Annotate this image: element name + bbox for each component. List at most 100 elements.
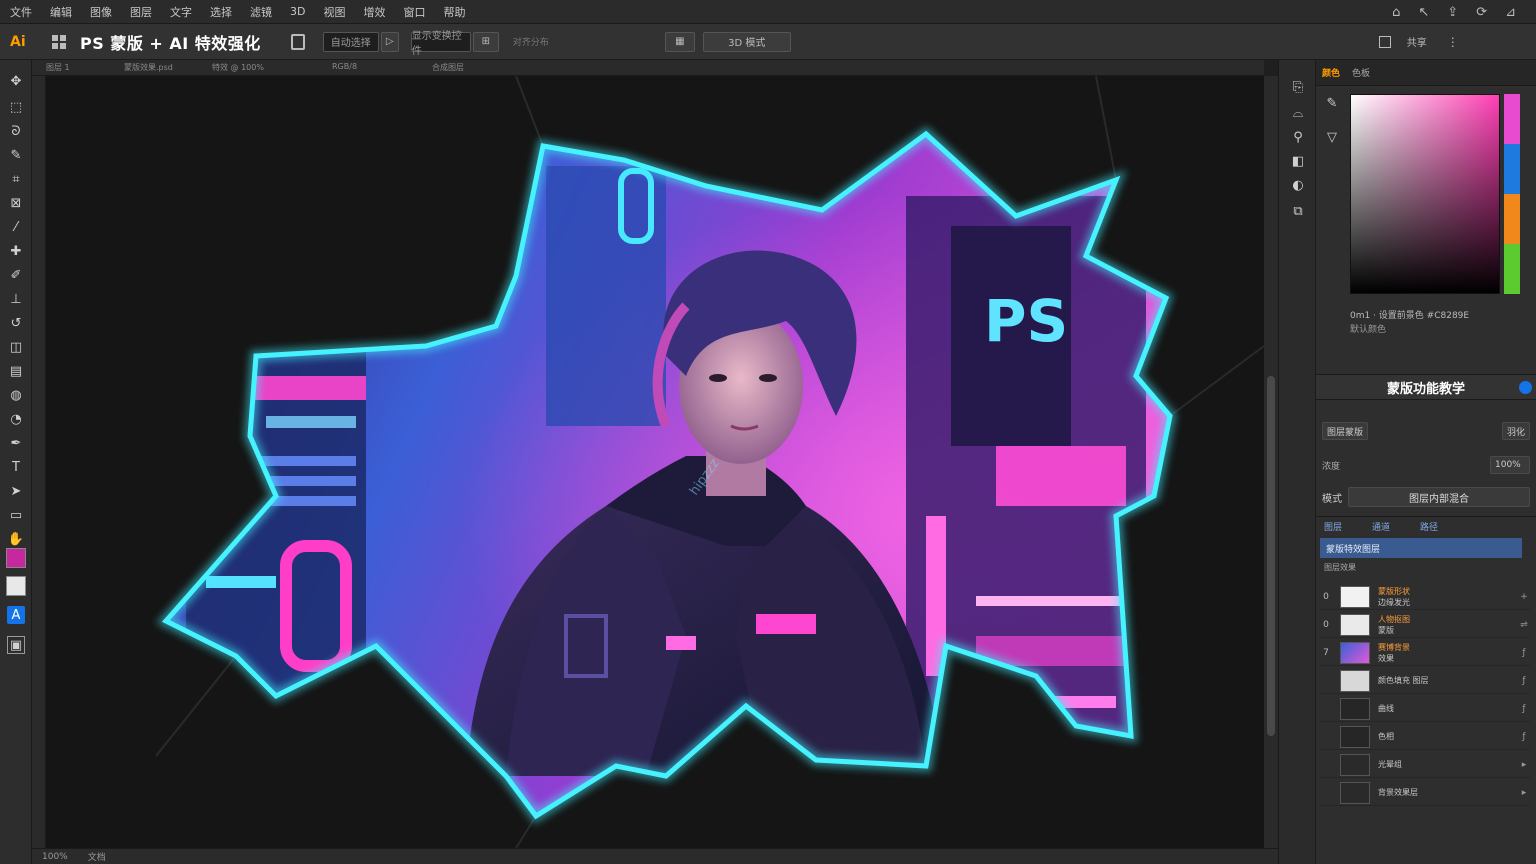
visibility-toggle[interactable]: 0 <box>1320 620 1332 630</box>
pen-tool-icon[interactable]: ✒ <box>7 434 25 452</box>
tab-paths[interactable]: 路径 <box>1420 520 1438 533</box>
frame-tool-icon[interactable]: ⊠ <box>7 194 25 212</box>
healing-brush-icon[interactable]: ✚ <box>7 242 25 260</box>
hand-tool-icon[interactable]: ✋ <box>7 530 25 548</box>
layer-mask-field[interactable]: 图层蒙版 <box>1322 422 1369 440</box>
menu-window[interactable]: 窗口 <box>403 4 425 20</box>
default-colors-label[interactable]: 默认颜色 <box>1350 322 1386 335</box>
share-icon[interactable]: ⇪ <box>1447 5 1458 20</box>
mode-icon[interactable]: ▦ <box>664 31 695 52</box>
tab-color[interactable]: 颜色 <box>1322 66 1340 79</box>
fx-icon[interactable]: ƒ <box>1518 704 1530 714</box>
menu-view[interactable]: 视图 <box>323 4 345 20</box>
link-icon[interactable]: ⇌ <box>1518 620 1530 630</box>
info-icon[interactable] <box>1519 381 1532 394</box>
cursor-icon[interactable]: ↖ <box>1418 5 1429 20</box>
blur-tool-icon[interactable]: ◍ <box>7 386 25 404</box>
menu-3d[interactable]: 3D <box>290 5 305 18</box>
history-icon[interactable]: ⎘ <box>1289 80 1307 98</box>
share-label[interactable]: 共享 <box>1407 34 1427 49</box>
libraries-icon[interactable]: ⧉ <box>1289 204 1307 222</box>
marquee-tool-icon[interactable]: ⬚ <box>7 98 25 116</box>
feather-field[interactable]: 羽化 <box>1501 422 1530 440</box>
blend-mode-select[interactable]: 图层内部混合 <box>1348 487 1530 507</box>
shape-tool-icon[interactable]: ▭ <box>7 506 25 524</box>
layer-row[interactable]: 0 人物抠图 蒙版 ⇌ <box>1320 612 1530 638</box>
document-canvas[interactable]: PS hipzzz <box>46 76 1264 848</box>
fx-icon[interactable]: ƒ <box>1518 648 1530 658</box>
grid-icon[interactable] <box>52 34 66 49</box>
brush-tool-icon[interactable]: ✐ <box>7 266 25 284</box>
menu-filter[interactable]: 滤镜 <box>250 4 272 20</box>
sync-icon[interactable]: ⟳ <box>1476 5 1487 20</box>
menu-edit[interactable]: 编辑 <box>50 4 72 20</box>
dodge-tool-icon[interactable]: ◔ <box>7 410 25 428</box>
color-filter-icon[interactable]: ▽ <box>1322 130 1342 150</box>
visibility-toggle[interactable]: 0 <box>1320 592 1332 602</box>
layer-row[interactable]: 颜色填充 图层 ƒ <box>1320 668 1530 694</box>
history-brush-icon[interactable]: ↺ <box>7 314 25 332</box>
hue-swatch-orange[interactable] <box>1504 194 1520 244</box>
home-icon[interactable]: ⌂ <box>1392 5 1400 20</box>
menu-file[interactable]: 文件 <box>10 4 32 20</box>
selected-layer-row[interactable]: 蒙版特效图层 <box>1320 538 1522 558</box>
layer-row[interactable]: 色相 ƒ <box>1320 724 1530 750</box>
layer-row[interactable]: 曲线 ƒ <box>1320 696 1530 722</box>
canvas-tab-4[interactable]: RGB/8 <box>332 62 357 71</box>
menu-select[interactable]: 选择 <box>210 4 232 20</box>
canvas-tab-3[interactable]: 特效 @ 100% <box>212 62 264 73</box>
visibility-toggle[interactable]: 7 <box>1320 648 1332 658</box>
scrollbar-thumb[interactable] <box>1267 376 1275 736</box>
menu-layer[interactable]: 图层 <box>130 4 152 20</box>
color-picker-field[interactable] <box>1350 94 1500 294</box>
hue-swatch-magenta[interactable] <box>1504 94 1520 144</box>
move-tool-icon[interactable]: ✥ <box>7 72 25 90</box>
eyedropper-icon[interactable]: ⁄ <box>7 218 25 236</box>
transform-controls-field[interactable]: 显示变换控件 <box>410 31 471 57</box>
type-tool-icon[interactable]: T <box>7 458 25 476</box>
3d-mode-select[interactable]: 3D 模式 <box>702 31 791 52</box>
layer-row[interactable]: 0 蒙版形状 边缘发光 + <box>1320 584 1530 610</box>
layer-row[interactable]: 光晕组 ▸ <box>1320 752 1530 778</box>
document-icon[interactable] <box>290 33 305 50</box>
menu-image[interactable]: 图像 <box>90 4 112 20</box>
auto-select-field[interactable]: 自动选择 <box>322 31 379 52</box>
path-select-icon[interactable]: ➤ <box>7 482 25 500</box>
quick-select-icon[interactable]: ✎ <box>7 146 25 164</box>
hue-swatch-green[interactable] <box>1504 244 1520 294</box>
zoom-level[interactable]: 100% <box>42 852 68 862</box>
fx-icon[interactable]: ƒ <box>1518 676 1530 686</box>
align-button[interactable]: ⊞ <box>472 31 499 52</box>
eraser-tool-icon[interactable]: ◫ <box>7 338 25 356</box>
density-field[interactable]: 100% <box>1490 456 1530 474</box>
tab-layers[interactable]: 图层 <box>1324 520 1342 533</box>
fx-icon[interactable]: ƒ <box>1518 732 1530 742</box>
clone-source-icon[interactable]: ⚲ <box>1289 130 1307 148</box>
group-icon[interactable]: ▸ <box>1518 760 1530 770</box>
layer-row[interactable]: 7 赛博背景 效果 ƒ <box>1320 640 1530 666</box>
canvas-tab-2[interactable]: 蒙版效果.psd <box>124 62 173 73</box>
layer-row[interactable]: 背景效果层 ▸ <box>1320 780 1530 806</box>
adjustments-icon[interactable]: ◐ <box>1289 178 1307 196</box>
tab-swatches[interactable]: 色板 <box>1352 66 1370 79</box>
eyedropper-icon[interactable]: ✎ <box>1322 96 1342 116</box>
arrange-icon[interactable]: ⊿ <box>1505 5 1516 20</box>
frame-icon[interactable] <box>1378 35 1391 48</box>
vertical-scrollbar[interactable] <box>1264 76 1278 848</box>
menu-help[interactable]: 帮助 <box>443 4 465 20</box>
foreground-color-swatch[interactable] <box>6 548 26 568</box>
background-color-swatch[interactable] <box>6 576 26 596</box>
brush-settings-icon[interactable]: ⌓ <box>1289 106 1307 124</box>
add-icon[interactable]: + <box>1518 592 1530 602</box>
canvas-tab-1[interactable]: 图层 1 <box>46 62 70 73</box>
gradient-tool-icon[interactable]: ▤ <box>7 362 25 380</box>
panel-menu-icon[interactable]: ⋮ <box>1447 35 1459 49</box>
screen-mode-icon[interactable]: ▣ <box>7 636 25 654</box>
canvas-tab-5[interactable]: 合成图层 <box>432 62 464 73</box>
clone-stamp-icon[interactable]: ⊥ <box>7 290 25 308</box>
hue-strip[interactable] <box>1504 94 1520 294</box>
tab-channels[interactable]: 通道 <box>1372 520 1390 533</box>
menu-plugins[interactable]: 增效 <box>363 4 385 20</box>
play-icon[interactable]: ▷ <box>380 31 399 52</box>
crop-tool-icon[interactable]: ⌗ <box>7 170 25 188</box>
